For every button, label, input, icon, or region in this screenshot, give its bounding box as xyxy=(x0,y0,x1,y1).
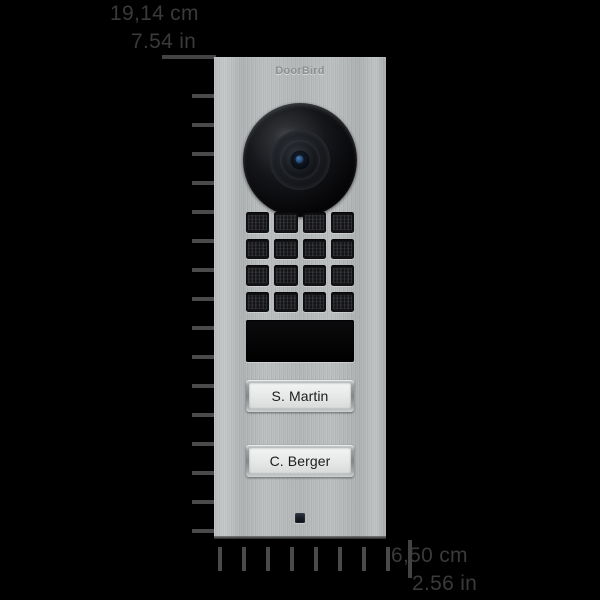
status-led-icon xyxy=(295,513,305,523)
speaker-grille-cell xyxy=(330,238,354,259)
vertical-tick-minor xyxy=(192,326,216,330)
vertical-tick-minor xyxy=(192,94,216,98)
vertical-tick-minor xyxy=(192,529,216,533)
product-dimension-diagram: 19,14 cm 7.54 in 6,50 cm 2.56 in DoorBir… xyxy=(0,0,600,600)
camera-ring-outer xyxy=(270,130,330,190)
horizontal-tick-minor xyxy=(266,547,270,571)
width-label-cm: 19,14 cm xyxy=(110,2,199,25)
speaker-grille-cell xyxy=(246,238,270,259)
speaker-grille-cell xyxy=(330,265,354,286)
height-label-cm: 6,50 cm xyxy=(391,544,468,567)
vertical-tick-minor xyxy=(192,500,216,504)
vertical-tick-minor xyxy=(192,268,216,272)
camera-lens-core xyxy=(290,150,310,170)
vertical-tick-minor xyxy=(192,413,216,417)
doorbird-logo: DoorBird xyxy=(275,65,325,77)
horizontal-tick-minor xyxy=(386,547,390,571)
horizontal-ruler xyxy=(200,540,412,580)
vertical-ruler xyxy=(160,50,216,545)
camera-ring-mid xyxy=(280,140,320,180)
vertical-tick-minor xyxy=(192,152,216,156)
speaker-grille xyxy=(246,212,354,312)
height-label-in: 2.56 in xyxy=(412,572,478,595)
call-button-2[interactable]: C. Berger xyxy=(246,445,354,477)
call-button-1[interactable]: S. Martin xyxy=(246,380,354,412)
vertical-tick-minor xyxy=(192,384,216,388)
camera-icon xyxy=(243,103,357,217)
vertical-tick-minor xyxy=(192,239,216,243)
vertical-tick-minor xyxy=(192,123,216,127)
vertical-tick-minor xyxy=(192,355,216,359)
horizontal-tick-minor xyxy=(242,547,246,571)
call-button-2-label: C. Berger xyxy=(269,453,331,469)
doorbird-intercom-device: DoorBird S. Martin C. Berger xyxy=(214,57,386,539)
speaker-grille-cell xyxy=(274,212,298,233)
speaker-grille-cell xyxy=(302,212,326,233)
horizontal-tick-minor xyxy=(338,547,342,571)
speaker-grille-cell xyxy=(302,265,326,286)
vertical-tick-minor xyxy=(192,210,216,214)
horizontal-tick-major xyxy=(408,540,412,578)
speaker-grille-cell xyxy=(246,265,270,286)
speaker-grille-cell xyxy=(302,291,326,312)
vertical-tick-minor xyxy=(192,442,216,446)
speaker-grille-cell xyxy=(330,291,354,312)
horizontal-tick-minor xyxy=(362,547,366,571)
speaker-grille-cell xyxy=(274,265,298,286)
speaker-grille-cell xyxy=(274,291,298,312)
infrared-panel xyxy=(246,320,354,362)
vertical-tick-minor xyxy=(192,297,216,301)
speaker-grille-cell xyxy=(302,238,326,259)
speaker-grille-cell xyxy=(330,212,354,233)
horizontal-tick-minor xyxy=(314,547,318,571)
vertical-tick-major xyxy=(162,55,216,59)
call-button-2-plate: C. Berger xyxy=(249,448,351,474)
call-button-1-label: S. Martin xyxy=(271,388,329,404)
speaker-grille-cell xyxy=(246,212,270,233)
vertical-tick-minor xyxy=(192,471,216,475)
horizontal-tick-minor xyxy=(218,547,222,571)
camera-lens-highlight xyxy=(295,155,304,164)
vertical-tick-minor xyxy=(192,181,216,185)
speaker-grille-cell xyxy=(246,291,270,312)
speaker-grille-cell xyxy=(274,238,298,259)
horizontal-tick-minor xyxy=(290,547,294,571)
call-button-1-plate: S. Martin xyxy=(249,383,351,409)
